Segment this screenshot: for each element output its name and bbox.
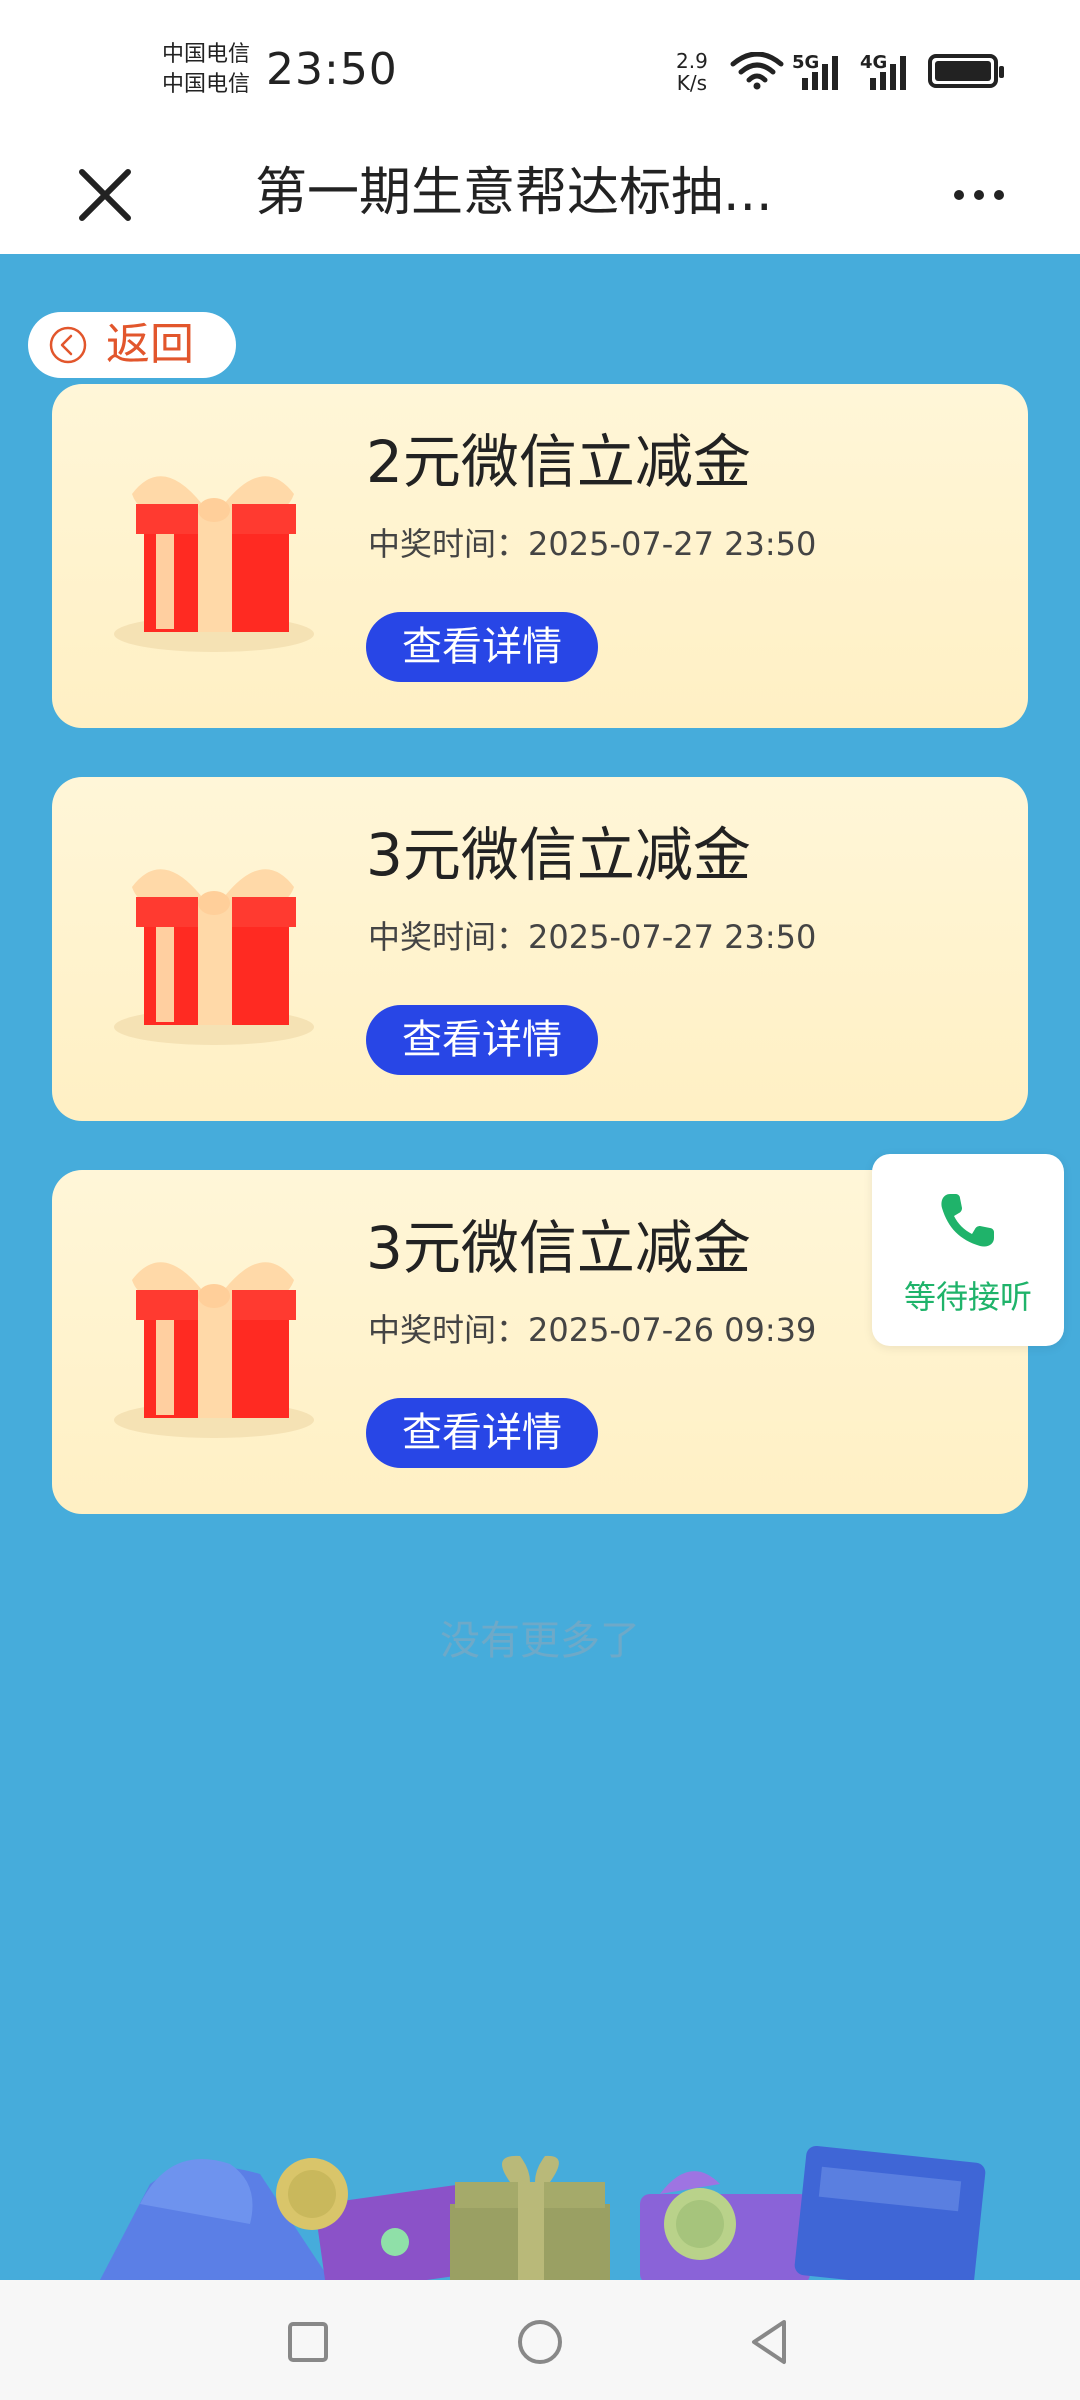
prize-time-label: 中奖时间： [368,1311,529,1349]
wifi-icon [730,52,784,90]
prize-time-label: 中奖时间： [368,525,529,563]
back-button[interactable]: 返回 [28,312,236,378]
view-details-button[interactable]: 查看详情 [366,1398,598,1468]
home-icon[interactable] [510,2312,570,2372]
signal-icon-2 [870,56,906,90]
back-nav-icon[interactable] [740,2312,800,2372]
carrier-1: 中国电信 [162,42,251,67]
prize-title: 3元微信立减金 [366,1214,751,1282]
prize-time: 中奖时间：2025-07-26 09:39 [368,1310,816,1350]
waiting-call-label: 等待接听 [903,1278,1032,1316]
prize-time-value: 2025-07-26 09:39 [528,1311,817,1349]
page-title: 第一期生意帮达标抽... [255,163,773,223]
carrier-2: 中国电信 [162,72,251,97]
net-speed-unit: K/s [676,71,708,95]
bottom-decoration [100,2145,986,2280]
more-icon[interactable] [944,170,1014,220]
gift-box-icon [114,869,314,1045]
clock: 23:50 [266,44,398,95]
waiting-call-widget[interactable]: 等待接听 [872,1154,1064,1346]
nav-bar: 第一期生意帮达标抽... [0,130,1080,254]
prize-title: 2元微信立减金 [366,428,751,496]
gift-box-icon [114,476,314,652]
recent-apps-icon[interactable] [278,2312,338,2372]
prize-list-page: 返回 2元微信立减金 中奖时间：2025-07-27 23:50 查看详情 3元… [0,254,1080,2280]
net-speed: 2.9 K/s [676,50,708,94]
gift-box-icon [114,1262,314,1438]
prize-card: 2元微信立减金 中奖时间：2025-07-27 23:50 查看详情 [52,384,1028,728]
prize-title: 3元微信立减金 [366,821,751,889]
net-speed-value: 2.9 [676,49,708,73]
system-navigation-bar [0,2280,1080,2400]
close-icon[interactable] [70,160,140,230]
prize-time-value: 2025-07-27 23:50 [528,525,817,563]
phone-icon [941,1194,994,1247]
prize-time-label: 中奖时间： [368,918,529,956]
view-details-button[interactable]: 查看详情 [366,1005,598,1075]
signal-icon-1 [802,56,838,90]
prize-card: 3元微信立减金 中奖时间：2025-07-27 23:50 查看详情 [52,777,1028,1121]
back-label: 返回 [106,319,194,370]
status-bar: 中国电信 中国电信 23:50 2.9 K/s 5G 4G [0,0,1080,130]
back-circle-icon [49,326,87,364]
prize-time-value: 2025-07-27 23:50 [528,918,817,956]
prize-time: 中奖时间：2025-07-27 23:50 [368,524,816,564]
view-details-button[interactable]: 查看详情 [366,612,598,682]
list-end-text: 没有更多了 [440,1618,640,1664]
carrier-info: 中国电信 中国电信 [162,40,250,100]
prize-time: 中奖时间：2025-07-27 23:50 [368,917,816,957]
battery-icon [928,54,1004,88]
